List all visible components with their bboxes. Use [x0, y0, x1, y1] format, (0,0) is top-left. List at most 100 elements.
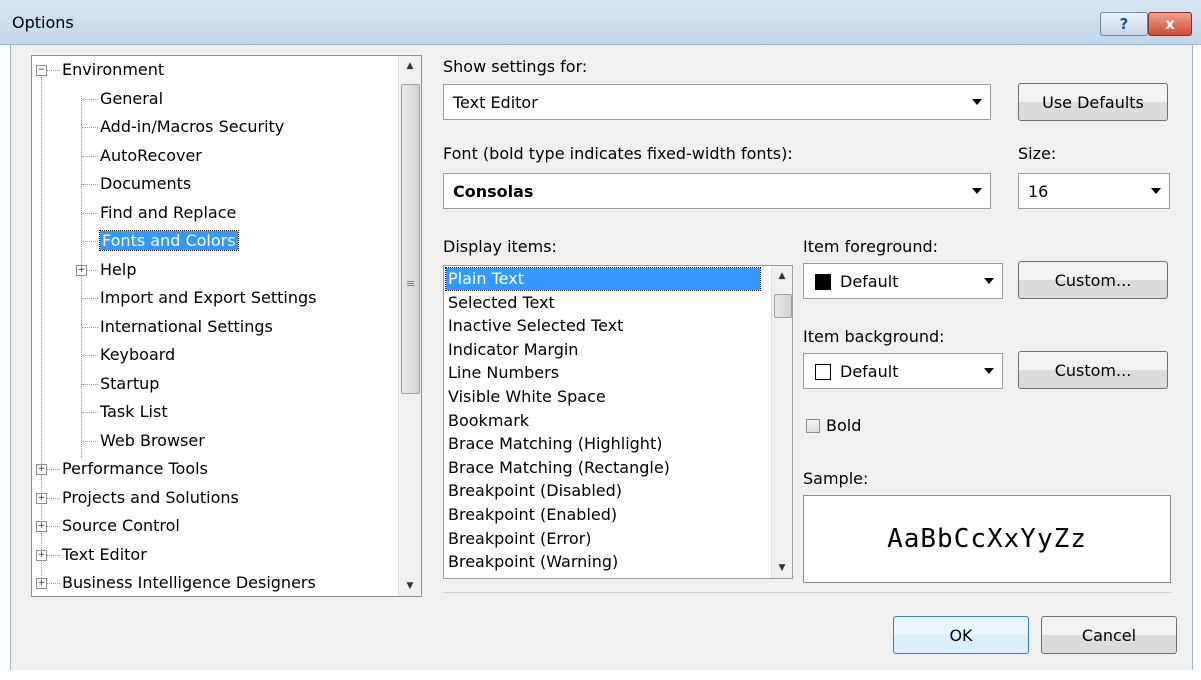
tree-item[interactable]: Find and Replace — [100, 203, 236, 223]
tree-item[interactable]: Startup — [100, 374, 159, 394]
ok-button[interactable]: OK — [893, 616, 1029, 654]
item-foreground-label: Item foreground: — [803, 237, 938, 256]
use-defaults-button[interactable]: Use Defaults — [1018, 83, 1168, 121]
tree-item-label: Business Intelligence Designers — [62, 573, 316, 592]
list-item[interactable]: Breakpoint (Disabled) — [448, 480, 622, 502]
expand-icon[interactable]: + — [36, 521, 47, 532]
tree-line — [82, 383, 98, 385]
scroll-down-icon[interactable]: ▼ — [772, 558, 792, 578]
grip-icon: ≡ — [406, 277, 416, 290]
list-item[interactable]: Breakpoint (Error) — [448, 528, 592, 550]
tree-item[interactable]: Fonts and Colors — [99, 230, 239, 251]
tree-item-label: Fonts and Colors — [99, 230, 239, 251]
tree-scrollbar[interactable]: ▲ ≡ ▼ — [398, 56, 421, 596]
title-bar: Options ? x — [0, 0, 1201, 45]
tree-item[interactable]: International Settings — [100, 317, 273, 337]
show-settings-combo[interactable]: Text Editor — [443, 84, 991, 120]
tree-line — [82, 412, 98, 413]
tree-item-label: Add-in/Macros Security — [100, 117, 285, 136]
scroll-up-icon[interactable]: ▲ — [399, 56, 421, 76]
list-item[interactable]: Brace Matching (Rectangle) — [448, 457, 670, 479]
sample-text: AaBbCcXxYyZz — [887, 524, 1087, 554]
foreground-custom-button[interactable]: Custom... — [1018, 261, 1168, 299]
tree-line — [82, 241, 98, 242]
list-item[interactable]: Brace Matching (Highlight) — [448, 433, 662, 455]
display-items-scrollbar[interactable]: ▲ ▼ — [771, 266, 792, 578]
list-item[interactable]: Selected Text — [448, 292, 555, 314]
list-item[interactable]: Line Numbers — [448, 362, 559, 384]
tree-item[interactable]: Performance Tools — [62, 459, 208, 479]
list-item[interactable]: Breakpoint (Warning) — [448, 551, 618, 573]
list-item[interactable]: Visible White Space — [448, 386, 606, 408]
font-value: Consolas — [453, 182, 534, 201]
tree-line — [82, 184, 98, 185]
tree-line — [82, 127, 98, 128]
tree-item[interactable]: Add-in/Macros Security — [100, 117, 284, 137]
tree-item[interactable]: Help — [100, 260, 136, 280]
tree-item[interactable]: Source Control — [62, 516, 180, 536]
background-custom-button[interactable]: Custom... — [1018, 351, 1168, 389]
tree-line — [82, 326, 98, 328]
size-label: Size: — [1018, 144, 1057, 163]
chevron-down-icon — [972, 188, 982, 194]
font-combo[interactable]: Consolas — [443, 173, 991, 209]
tree-item[interactable]: Business Intelligence Designers — [62, 573, 316, 593]
tree-line — [82, 440, 98, 442]
list-item[interactable]: Indicator Margin — [448, 339, 578, 361]
list-item[interactable]: Inactive Selected Text — [448, 315, 623, 337]
tree-item-label: Find and Replace — [100, 202, 237, 222]
options-tree[interactable]: − Environment General Add-in/Macros Securit… — [31, 55, 422, 597]
tree-item-label: International Settings — [100, 316, 273, 336]
bold-checkbox[interactable] — [806, 419, 820, 433]
sample-label: Sample: — [803, 469, 869, 488]
tree-item[interactable]: Task List — [100, 402, 168, 422]
scroll-down-icon[interactable]: ▼ — [399, 576, 421, 596]
tree-line — [82, 155, 98, 157]
tree-line — [82, 212, 98, 214]
tree-item-label: General — [100, 88, 164, 108]
help-icon: ? — [1119, 15, 1129, 33]
item-foreground-combo[interactable]: Default — [803, 263, 1003, 299]
item-background-combo[interactable]: Default — [803, 353, 1003, 389]
scroll-up-icon[interactable]: ▲ — [772, 266, 792, 286]
size-combo[interactable]: 16 — [1018, 173, 1170, 209]
display-items-list[interactable]: Plain Text Selected Text Inactive Selected… — [443, 265, 793, 579]
tree-item[interactable]: Environment — [62, 60, 164, 80]
expand-icon[interactable]: + — [36, 492, 47, 504]
tree-item[interactable]: AutoRecover — [100, 146, 202, 166]
tree-item[interactable]: Web Browser — [100, 431, 205, 451]
tree-item-label: Startup — [100, 373, 160, 393]
tree-item[interactable]: Documents — [100, 174, 191, 194]
tree-item-label: Web Browser — [100, 430, 205, 450]
scrollbar-thumb[interactable]: ≡ — [401, 84, 420, 394]
tree-item[interactable]: Text Editor — [62, 545, 147, 565]
help-button[interactable]: ? — [1100, 12, 1148, 36]
list-item[interactable]: Breakpoint (Enabled) — [448, 504, 617, 526]
close-button[interactable]: x — [1148, 12, 1192, 36]
tree-line — [82, 355, 98, 356]
tree-item[interactable]: Import and Export Settings — [100, 288, 316, 308]
expand-icon[interactable]: + — [76, 264, 87, 276]
expand-icon[interactable]: + — [36, 578, 47, 589]
tree-item-label: Import and Export Settings — [100, 288, 317, 307]
tree-item-label: Performance Tools — [62, 459, 208, 478]
collapse-icon[interactable]: − — [36, 65, 47, 76]
sample-preview: AaBbCcXxYyZz — [803, 495, 1171, 583]
list-item[interactable]: Plain Text — [445, 267, 761, 291]
tree-item-label: Task List — [100, 402, 168, 421]
list-item[interactable]: Bookmark — [448, 410, 529, 432]
cancel-button[interactable]: Cancel — [1041, 616, 1177, 654]
tree-item[interactable]: Projects and Solutions — [62, 488, 239, 508]
expand-icon[interactable]: + — [36, 549, 47, 561]
show-settings-label: Show settings for: — [443, 57, 588, 76]
bold-label[interactable]: Bold — [826, 416, 861, 435]
window-title: Options — [12, 13, 74, 32]
tree-item[interactable]: General — [100, 89, 163, 109]
close-icon: x — [1165, 15, 1175, 33]
tree-item-label: Text Editor — [62, 544, 147, 564]
tree-item[interactable]: Keyboard — [100, 345, 175, 365]
item-background-value: Default — [840, 362, 899, 381]
expand-icon[interactable]: + — [36, 464, 47, 475]
tree-item-label: Documents — [100, 174, 192, 193]
scrollbar-thumb[interactable] — [774, 294, 792, 318]
